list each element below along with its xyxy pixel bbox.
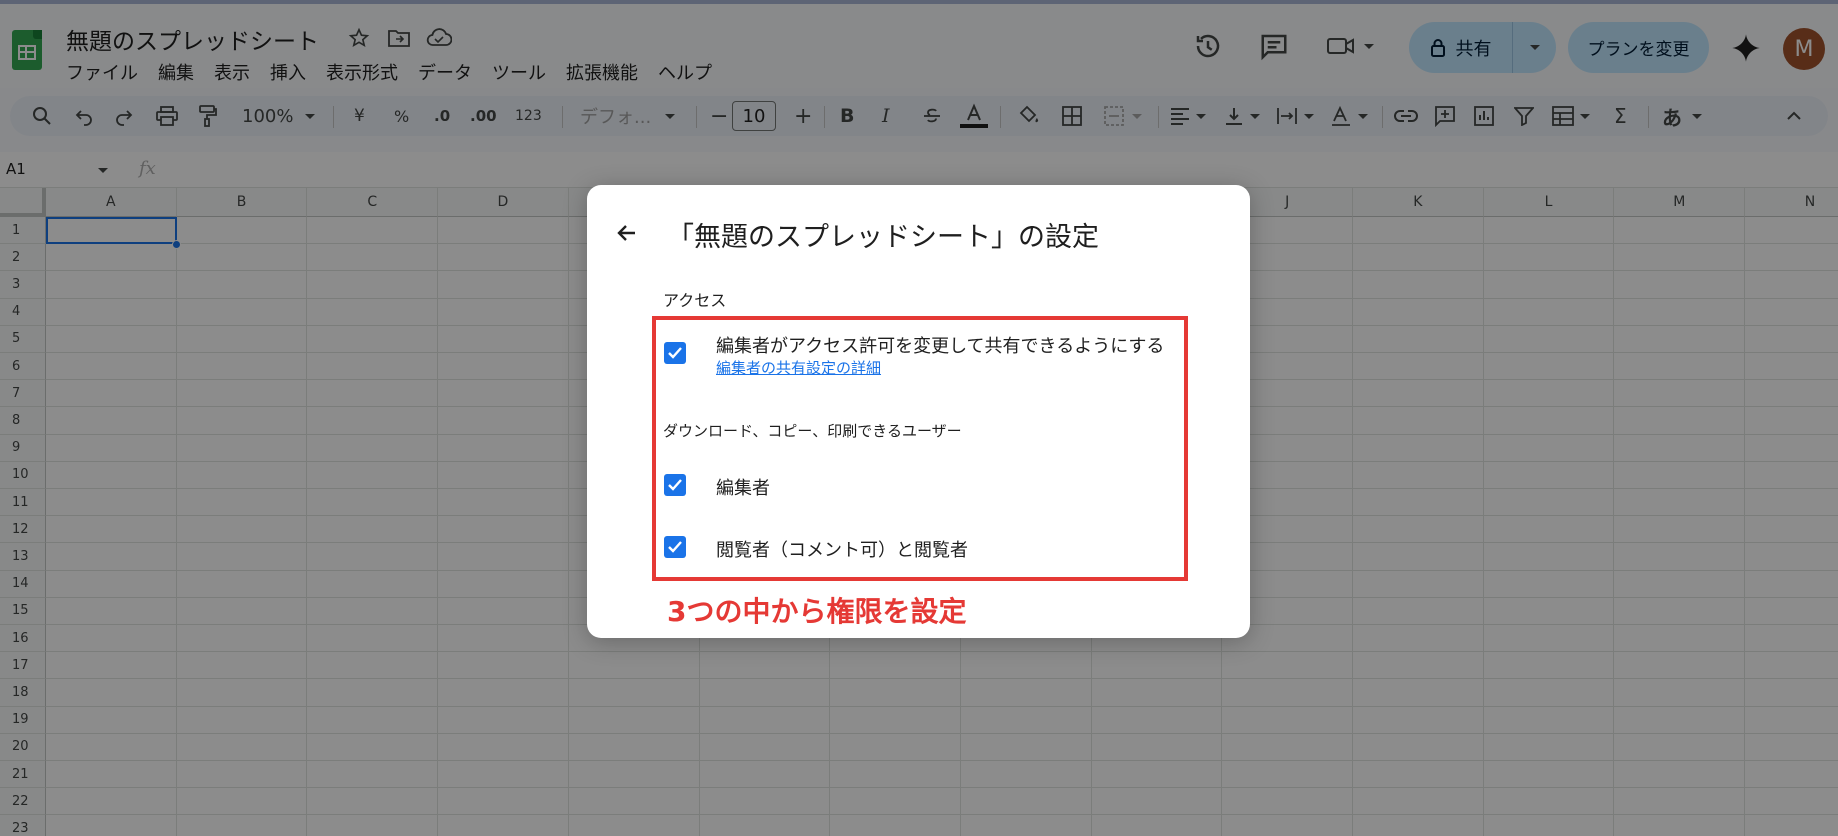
annotation-caption: 3つの中から権限を設定 [667, 595, 967, 628]
dialog-title: 「無題のスプレッドシート」の設定 [667, 222, 1099, 253]
access-section-label: アクセス [663, 291, 727, 310]
annotation-highlight-box [652, 316, 1188, 581]
back-arrow-icon[interactable] [607, 213, 647, 253]
settings-dialog: 「無題のスプレッドシート」の設定 アクセス 編集者がアクセス許可を変更して共有で… [587, 185, 1250, 638]
